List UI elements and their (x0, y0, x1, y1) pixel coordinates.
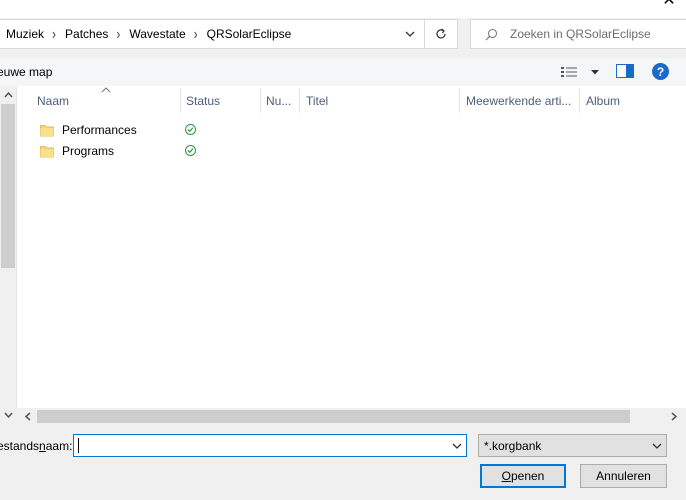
address-bar[interactable]: Muziek › Patches › Wavestate › QRSolarEc… (0, 19, 425, 49)
column-header-name[interactable]: Naam (31, 88, 181, 113)
preview-pane-icon (616, 64, 634, 78)
close-icon[interactable]: ✕ (660, 0, 678, 10)
column-header-title[interactable]: Titel (300, 88, 460, 113)
open-button-accelerator: O (501, 469, 511, 483)
file-name: Performances (62, 122, 137, 137)
scroll-up-icon[interactable] (0, 88, 17, 102)
open-button[interactable]: Openen (480, 464, 566, 488)
column-header-contributing-artists[interactable]: Meewerkende arti... (460, 88, 580, 113)
status-synced-icon (185, 124, 196, 135)
horizontal-scrollbar-thumb[interactable] (37, 410, 630, 423)
cancel-button[interactable]: Annuleren (580, 464, 667, 488)
chevron-down-icon[interactable] (650, 435, 664, 456)
breadcrumb-item[interactable]: Patches › (65, 25, 129, 43)
folder-icon (40, 123, 54, 137)
search-placeholder: Zoeken in QRSolarEclipse (510, 27, 651, 41)
scroll-left-icon[interactable] (22, 410, 34, 423)
column-header-number[interactable]: Nu... (260, 88, 300, 113)
scroll-down-icon[interactable] (0, 408, 17, 422)
breadcrumb-label[interactable]: Wavestate (129, 27, 185, 41)
filetype-select[interactable]: *.korgbank (478, 434, 667, 457)
filename-label-prefix: estands (0, 439, 40, 453)
filetype-selected: *.korgbank (484, 438, 542, 453)
new-folder-button[interactable]: euwe map (0, 65, 52, 79)
status-synced-icon (185, 145, 196, 156)
scroll-right-icon[interactable] (668, 410, 680, 423)
help-icon[interactable]: ? (652, 63, 669, 80)
chevron-down-icon[interactable] (397, 20, 423, 48)
breadcrumb-item[interactable]: Muziek › (6, 25, 65, 43)
refresh-button[interactable] (425, 19, 458, 49)
filename-label-suffix: aam: (45, 439, 73, 453)
filename-input[interactable] (73, 434, 467, 457)
navigation-scrollbar-thumb[interactable] (1, 104, 15, 268)
breadcrumb-label[interactable]: Patches (65, 27, 108, 41)
file-name: Programs (62, 143, 115, 158)
column-header-album[interactable]: Album (580, 88, 680, 113)
filename-label-accelerator: n (39, 439, 46, 453)
open-button-label: penen (510, 469, 545, 483)
chevron-down-icon[interactable] (448, 435, 466, 456)
title-bar (0, 0, 686, 18)
folder-icon (40, 144, 54, 158)
view-options-button[interactable] (560, 64, 600, 80)
preview-pane-button[interactable] (616, 64, 634, 79)
search-input[interactable]: Zoeken in QRSolarEclipse (470, 19, 686, 49)
refresh-icon (436, 28, 446, 39)
breadcrumb-item[interactable]: QRSolarEclipse (207, 27, 292, 41)
filename-label: estandsnaam: (0, 439, 72, 453)
breadcrumb-item[interactable]: Wavestate › (129, 25, 206, 43)
text-caret (78, 438, 79, 453)
search-icon (485, 28, 498, 40)
details-view-icon (561, 67, 577, 77)
breadcrumb-label[interactable]: Muziek (6, 27, 44, 41)
caret-down-icon (591, 70, 599, 75)
chevron-right-icon[interactable]: › (116, 25, 120, 43)
column-header-status[interactable]: Status (180, 88, 261, 113)
breadcrumb-label[interactable]: QRSolarEclipse (207, 27, 292, 41)
chevron-right-icon[interactable]: › (52, 25, 56, 43)
chevron-right-icon[interactable]: › (194, 25, 198, 43)
